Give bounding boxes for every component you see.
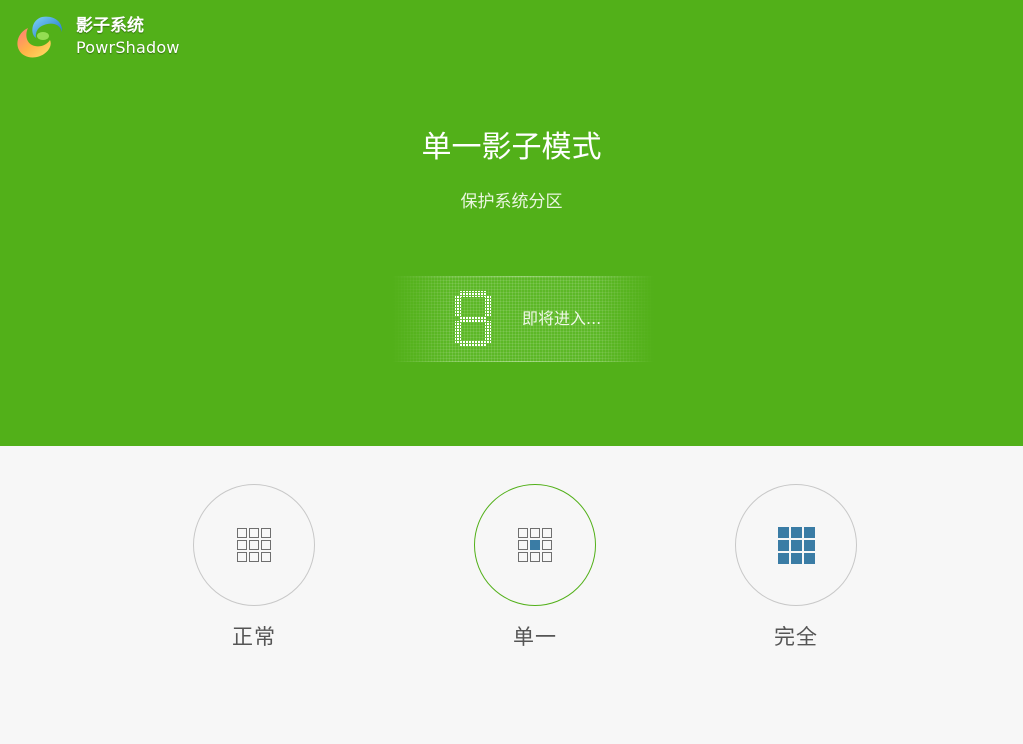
countdown-panel: 8 即将进入... bbox=[392, 276, 654, 362]
mode-normal-label: 正常 bbox=[232, 625, 276, 649]
mode-full-button[interactable]: 完全 bbox=[735, 484, 857, 654]
mode-full-circle[interactable] bbox=[735, 484, 857, 606]
current-mode-subtitle: 保护系统分区 bbox=[460, 192, 563, 212]
powrshadow-logo-icon bbox=[17, 16, 63, 58]
brand: 影子系统 PowrShadow bbox=[14, 14, 180, 60]
brand-text: 影子系统 PowrShadow bbox=[76, 15, 180, 59]
countdown-value: 8 bbox=[454, 290, 455, 291]
brand-name-en: PowrShadow bbox=[76, 38, 180, 57]
mode-single-circle[interactable] bbox=[474, 484, 596, 606]
status-panel: 影子系统 PowrShadow 单一影子模式 保护系统分区 即将进入... bbox=[0, 0, 1023, 446]
countdown-digit: 8 bbox=[454, 290, 492, 348]
mode-selector: 正常 单一 完全 bbox=[0, 446, 1023, 744]
mode-normal-circle[interactable] bbox=[193, 484, 315, 606]
mode-full-label: 完全 bbox=[774, 625, 818, 649]
app-window: 影子系统 PowrShadow 单一影子模式 保护系统分区 即将进入... 正常… bbox=[0, 0, 1023, 744]
grid-outline-icon bbox=[237, 528, 271, 562]
current-mode-title: 单一影子模式 bbox=[421, 130, 602, 165]
brand-name-cn: 影子系统 bbox=[76, 16, 144, 36]
mode-single-label: 单一 bbox=[513, 625, 557, 649]
countdown-text: 即将进入... bbox=[522, 309, 602, 328]
grid-full-filled-icon bbox=[777, 526, 815, 564]
mode-single-button[interactable]: 单一 bbox=[474, 484, 596, 654]
grid-center-filled-icon bbox=[518, 528, 552, 562]
led-digit-icon bbox=[455, 291, 491, 347]
mode-normal-button[interactable]: 正常 bbox=[193, 484, 315, 654]
